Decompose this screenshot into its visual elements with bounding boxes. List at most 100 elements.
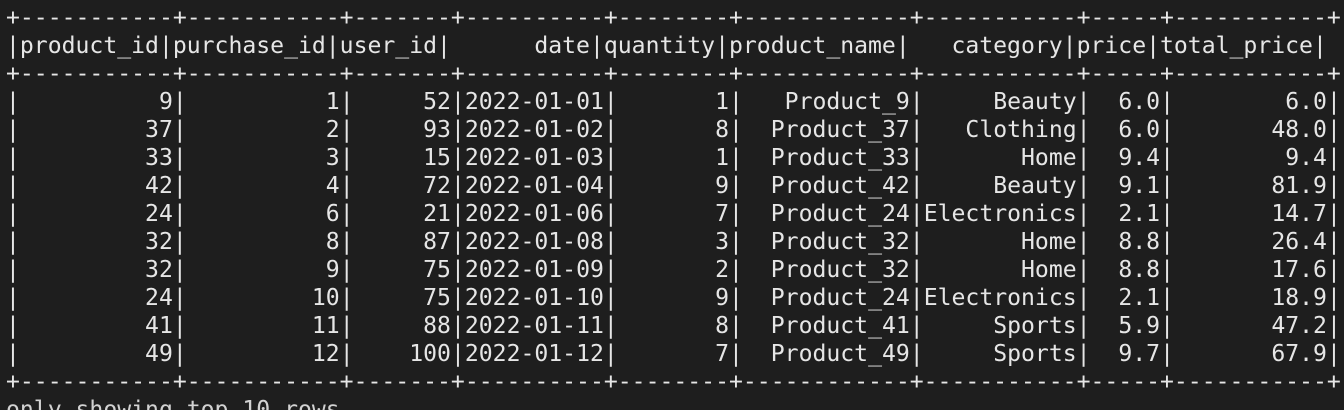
table-cell-total-price: 48.0 (1174, 117, 1327, 143)
table-cell-user-id: 93 (353, 117, 451, 143)
table-cell-product-name: Product_49 (742, 341, 910, 367)
table-row: | 24| 6| 21|2022-01-06| 7| Product_24|El… (6, 201, 1341, 227)
table-cell-product-id: 41 (19, 313, 173, 339)
table-cell-product-id: 32 (19, 257, 173, 283)
table-row: | 24| 10| 75|2022-01-10| 9| Product_24|E… (6, 285, 1341, 311)
table-cell-purchase-id: 2 (186, 117, 340, 143)
table-cell-category: Home (923, 229, 1077, 255)
table-cell-product-name: Product_33 (742, 145, 910, 171)
table-cell-date: 2022-01-03 (464, 145, 604, 171)
table-row: | 32| 9| 75|2022-01-09| 2| Product_32| H… (6, 257, 1341, 283)
table-cell-user-id: 87 (353, 229, 451, 255)
table-cell-date: 2022-01-10 (464, 285, 604, 311)
table-cell-quantity: 8 (617, 313, 730, 339)
table-cell-quantity: 8 (617, 117, 730, 143)
table-cell-user-id: 52 (353, 89, 451, 115)
table-border-bottom: +-----------+-----------+-------+-------… (6, 369, 1341, 395)
table-cell-user-id: 100 (353, 341, 451, 367)
table-cell-user-id: 88 (353, 313, 451, 339)
table-cell-quantity: 1 (617, 89, 730, 115)
table-cell-total-price: 6.0 (1174, 89, 1327, 115)
table-cell-price: 6.0 (1090, 89, 1161, 115)
table-cell-total-price: 47.2 (1174, 313, 1327, 339)
table-row: | 49| 12| 100|2022-01-12| 7| Product_49|… (6, 341, 1341, 367)
table-cell-product-id: 32 (19, 229, 173, 255)
table-cell-date: 2022-01-12 (464, 341, 604, 367)
table-cell-total-price: 9.4 (1174, 145, 1327, 171)
table-row: | 9| 1| 52|2022-01-01| 1| Product_9| Bea… (6, 89, 1341, 115)
table-cell-purchase-id: 10 (186, 285, 340, 311)
table-cell-product-id: 33 (19, 145, 173, 171)
table-cell-category: Home (923, 257, 1077, 283)
table-cell-date: 2022-01-06 (464, 201, 604, 227)
table-cell-product-id: 49 (19, 341, 173, 367)
table-row: | 32| 8| 87|2022-01-08| 3| Product_32| H… (6, 229, 1341, 255)
table-cell-product-name: Product_41 (742, 313, 910, 339)
table-body: | 9| 1| 52|2022-01-01| 1| Product_9| Bea… (6, 88, 1342, 368)
table-cell-price: 9.1 (1090, 173, 1161, 199)
table-header-row: |product_id|purchase_id|user_id| date|qu… (6, 33, 1327, 59)
table-cell-quantity: 7 (617, 341, 730, 367)
table-cell-price: 6.0 (1090, 117, 1161, 143)
table-cell-total-price: 26.4 (1174, 229, 1327, 255)
table-cell-purchase-id: 3 (186, 145, 340, 171)
table-cell-date: 2022-01-04 (464, 173, 604, 199)
table-cell-date: 2022-01-09 (464, 257, 604, 283)
table-row: | 37| 2| 93|2022-01-02| 8| Product_37| C… (6, 117, 1341, 143)
table-cell-product-name: Product_42 (742, 173, 910, 199)
table-cell-price: 2.1 (1090, 285, 1161, 311)
table-cell-product-id: 42 (19, 173, 173, 199)
table-cell-date: 2022-01-08 (464, 229, 604, 255)
table-cell-price: 5.9 (1090, 313, 1161, 339)
table-cell-purchase-id: 4 (186, 173, 340, 199)
table-cell-product-name: Product_24 (742, 201, 910, 227)
table-cell-price: 9.4 (1090, 145, 1161, 171)
table-cell-total-price: 67.9 (1174, 341, 1327, 367)
terminal-output: +-----------+-----------+-------+-------… (6, 0, 1342, 410)
table-cell-category: Sports (923, 313, 1077, 339)
table-cell-total-price: 18.9 (1174, 285, 1327, 311)
table-cell-quantity: 3 (617, 229, 730, 255)
table-cell-product-name: Product_32 (742, 257, 910, 283)
table-cell-product-id: 24 (19, 285, 173, 311)
table-cell-user-id: 75 (353, 257, 451, 283)
table-cell-category: Beauty (923, 173, 1077, 199)
table-cell-purchase-id: 8 (186, 229, 340, 255)
table-cell-product-id: 9 (19, 89, 173, 115)
table-cell-price: 8.8 (1090, 257, 1161, 283)
table-cell-purchase-id: 1 (186, 89, 340, 115)
table-row: | 41| 11| 88|2022-01-11| 8| Product_41| … (6, 313, 1341, 339)
table-cell-category: Clothing (923, 117, 1077, 143)
table-cell-quantity: 9 (617, 285, 730, 311)
table-cell-quantity: 2 (617, 257, 730, 283)
table-cell-date: 2022-01-02 (464, 117, 604, 143)
table-cell-total-price: 81.9 (1174, 173, 1327, 199)
table-cell-product-id: 24 (19, 201, 173, 227)
table-cell-category: Electronics (923, 201, 1077, 227)
table-cell-product-name: Product_24 (742, 285, 910, 311)
table-cell-user-id: 15 (353, 145, 451, 171)
table-cell-product-id: 37 (19, 117, 173, 143)
table-cell-category: Electronics (923, 285, 1077, 311)
table-border-header: +-----------+-----------+-------+-------… (6, 61, 1341, 87)
table-cell-purchase-id: 6 (186, 201, 340, 227)
table-cell-price: 2.1 (1090, 201, 1161, 227)
table-cell-category: Sports (923, 341, 1077, 367)
table-cell-category: Home (923, 145, 1077, 171)
table-cell-product-name: Product_9 (742, 89, 910, 115)
table-cell-category: Beauty (923, 89, 1077, 115)
table-cell-quantity: 7 (617, 201, 730, 227)
table-cell-quantity: 1 (617, 145, 730, 171)
table-row: | 33| 3| 15|2022-01-03| 1| Product_33| H… (6, 145, 1341, 171)
table-cell-user-id: 21 (353, 201, 451, 227)
table-cell-price: 8.8 (1090, 229, 1161, 255)
table-cell-product-name: Product_32 (742, 229, 910, 255)
table-cell-user-id: 75 (353, 285, 451, 311)
footer-text-partial: only showing top 10 rows (6, 397, 340, 410)
table-cell-purchase-id: 11 (186, 313, 340, 339)
table-cell-product-name: Product_37 (742, 117, 910, 143)
table-cell-date: 2022-01-11 (464, 313, 604, 339)
table-cell-date: 2022-01-01 (464, 89, 604, 115)
table-row: | 42| 4| 72|2022-01-04| 9| Product_42| B… (6, 173, 1341, 199)
table-cell-purchase-id: 12 (186, 341, 340, 367)
